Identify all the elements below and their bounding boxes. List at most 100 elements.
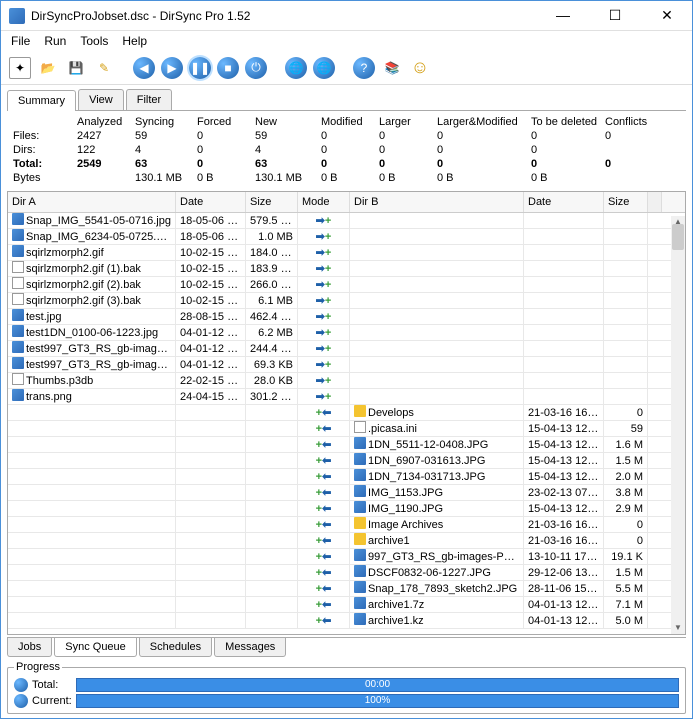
tab-jobs[interactable]: Jobs (7, 638, 52, 657)
stats-row: Total:25496306300000 (13, 157, 661, 171)
tab-schedules[interactable]: Schedules (139, 638, 212, 657)
folder-icon (354, 517, 366, 529)
arrow-left-icon: ⬅ (322, 535, 331, 547)
maximize-button[interactable]: ☐ (598, 7, 632, 24)
table-row[interactable]: +⬅IMG_1190.JPG15-04-13 12:102.9 M (8, 501, 685, 517)
scroll-thumb[interactable] (672, 224, 684, 250)
img-icon (12, 357, 24, 369)
arrow-left-icon: ⬅ (322, 519, 331, 531)
stats-row: Files:24275905900000 (13, 129, 661, 143)
docs-icon[interactable]: 📚 (381, 57, 403, 79)
arrow-right-icon: ➡ (316, 343, 325, 355)
menu-file[interactable]: File (5, 32, 36, 50)
table-row[interactable]: test997_GT3_RS_gb-images...04-01-12 15:5… (8, 357, 685, 373)
progress-current-label: Current: (32, 695, 76, 707)
table-row[interactable]: +⬅archive121-03-16 16:050 (8, 533, 685, 549)
table-row[interactable]: +⬅DSCF0832-06-1227.JPG29-12-06 13:371.5 … (8, 565, 685, 581)
arrow-left-icon: ⬅ (322, 615, 331, 627)
file-icon (12, 261, 24, 273)
header-dirb[interactable]: Dir B (350, 192, 524, 212)
plus-icon: + (325, 263, 331, 275)
img-icon (12, 309, 24, 321)
table-row[interactable]: trans.png24-04-15 10:00301.2 KB➡+ (8, 389, 685, 405)
progress-current-icon (14, 694, 28, 708)
table-row[interactable]: sqirlzmorph2.gif10-02-15 00:29184.0 KB➡+ (8, 245, 685, 261)
plus-icon: + (325, 391, 331, 403)
tab-filter[interactable]: Filter (126, 89, 172, 110)
header-mode[interactable]: Mode (298, 192, 350, 212)
img-icon (12, 341, 24, 353)
table-row[interactable]: Snap_IMG_5541-05-0716.jpg18-05-06 22:325… (8, 213, 685, 229)
menu-help[interactable]: Help (116, 32, 153, 50)
stats-header-forced: Forced (197, 115, 255, 129)
table-row[interactable]: +⬅archive1.kz04-01-13 12:385.0 M (8, 613, 685, 629)
new-icon[interactable]: ✦ (9, 57, 31, 79)
menu-run[interactable]: Run (38, 32, 72, 50)
header-size2[interactable]: Size (604, 192, 648, 212)
pause-icon[interactable]: ❚❚ (189, 57, 211, 79)
globe-a-icon[interactable]: 🌐 (285, 57, 307, 79)
header-date[interactable]: Date (176, 192, 246, 212)
bottom-tabs: Jobs Sync Queue Schedules Messages (7, 637, 686, 657)
play-icon[interactable]: ▶ (161, 57, 183, 79)
header-date2[interactable]: Date (524, 192, 604, 212)
table-row[interactable]: +⬅.picasa.ini15-04-13 12:0959 (8, 421, 685, 437)
table-row[interactable]: +⬅Image Archives21-03-16 16:050 (8, 517, 685, 533)
minimize-button[interactable]: — (546, 7, 580, 24)
progress-total-label: Total: (32, 679, 76, 691)
close-button[interactable]: ✕ (650, 7, 684, 24)
toolbar: ✦ 📂 💾 ✎ ◀ ▶ ❚❚ ■ ⏻ 🌐 🌐 ? 📚 ☺ (1, 51, 692, 85)
table-row[interactable]: test1DN_0100-06-1223.jpg04-01-12 15:526.… (8, 325, 685, 341)
scroll-down-icon[interactable]: ▼ (672, 622, 684, 634)
arrow-right-icon: ➡ (316, 247, 325, 259)
tab-summary[interactable]: Summary (7, 90, 76, 111)
tab-messages[interactable]: Messages (214, 638, 286, 657)
analyze-icon[interactable]: ◀ (133, 57, 155, 79)
table-row[interactable]: sqirlzmorph2.gif (2).bak10-02-15 00:2526… (8, 277, 685, 293)
scrollbar[interactable]: ▲ ▼ (671, 216, 685, 634)
table-row[interactable]: +⬅1DN_6907-031613.JPG15-04-13 12:101.5 M (8, 453, 685, 469)
table-row[interactable]: +⬅1DN_5511-12-0408.JPG15-04-13 12:101.6 … (8, 437, 685, 453)
stats-panel: Analyzed Syncing Forced New Modified Lar… (7, 111, 686, 191)
help-icon[interactable]: ? (353, 57, 375, 79)
plus-icon: + (325, 279, 331, 291)
window-title: DirSyncProJobset.dsc - DirSync Pro 1.52 (31, 9, 546, 23)
table-row[interactable]: +⬅IMG_1153.JPG23-02-13 07:363.8 M (8, 485, 685, 501)
table-row[interactable]: +⬅1DN_7134-031713.JPG15-04-13 12:102.0 M (8, 469, 685, 485)
about-icon[interactable]: ☺ (409, 57, 431, 79)
table-row[interactable]: Thumbs.p3db22-02-15 22:5728.0 KB➡+ (8, 373, 685, 389)
arrow-right-icon: ➡ (316, 231, 325, 243)
globe-b-icon[interactable]: 🌐 (313, 57, 335, 79)
menu-tools[interactable]: Tools (74, 32, 114, 50)
img-icon (354, 453, 366, 465)
header-dira[interactable]: Dir A (8, 192, 176, 212)
table-row[interactable]: test997_GT3_RS_gb-images...04-01-12 15:5… (8, 341, 685, 357)
file-icon (354, 421, 366, 433)
stop-icon[interactable]: ■ (217, 57, 239, 79)
edit-icon[interactable]: ✎ (93, 57, 115, 79)
arrow-right-icon: ➡ (316, 279, 325, 291)
table-row[interactable]: +⬅Develops21-03-16 16:050 (8, 405, 685, 421)
plus-icon: + (325, 215, 331, 227)
table-row[interactable]: Snap_IMG_6234-05-0725.JPG18-05-06 22:321… (8, 229, 685, 245)
tab-view[interactable]: View (78, 89, 124, 110)
stats-row: Bytes130.1 MB0 B130.1 MB0 B0 B0 B0 B (13, 171, 661, 185)
table-row[interactable]: test.jpg28-08-15 14:30462.4 KB➡+ (8, 309, 685, 325)
table-row[interactable]: +⬅997_GT3_RS_gb-images-P7-...13-10-11 17… (8, 549, 685, 565)
tab-syncqueue[interactable]: Sync Queue (54, 638, 137, 657)
table-row[interactable]: +⬅archive1.7z04-01-13 12:387.1 M (8, 597, 685, 613)
img-icon (12, 229, 24, 241)
img-icon (354, 565, 366, 577)
power-icon[interactable]: ⏻ (245, 57, 267, 79)
save-icon[interactable]: 💾 (65, 57, 87, 79)
table-row[interactable]: +⬅Snap_178_7893_sketch2.JPG28-11-06 15:2… (8, 581, 685, 597)
arrow-left-icon: ⬅ (322, 487, 331, 499)
header-size[interactable]: Size (246, 192, 298, 212)
grid-body[interactable]: Snap_IMG_5541-05-0716.jpg18-05-06 22:325… (8, 213, 685, 629)
arrow-right-icon: ➡ (316, 311, 325, 323)
img-icon (354, 549, 366, 561)
table-row[interactable]: sqirlzmorph2.gif (1).bak10-02-15 00:2718… (8, 261, 685, 277)
open-icon[interactable]: 📂 (37, 57, 59, 79)
table-row[interactable]: sqirlzmorph2.gif (3).bak10-02-15 00:226.… (8, 293, 685, 309)
arrow-left-icon: ⬅ (322, 567, 331, 579)
